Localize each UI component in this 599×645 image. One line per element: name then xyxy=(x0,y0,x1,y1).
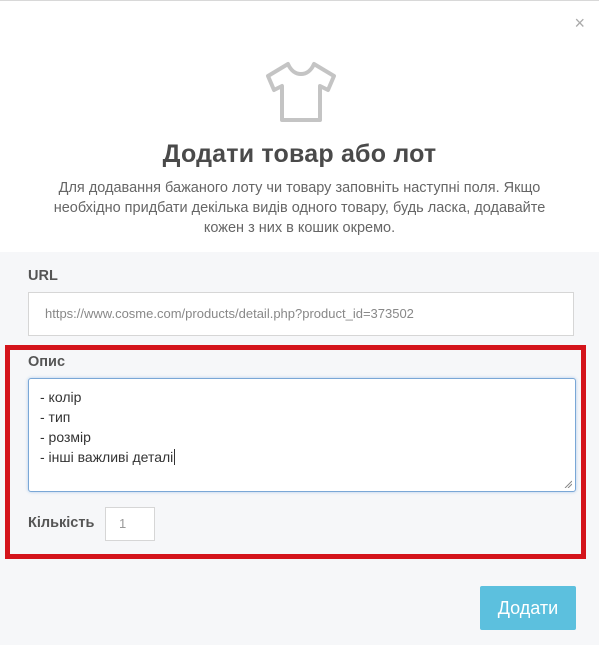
textarea-line: - розмір xyxy=(40,429,91,445)
description-textarea[interactable]: - колір - тип - розмір - інші важливі де… xyxy=(28,378,576,492)
textarea-line-text: - інші важливі деталі xyxy=(40,449,174,465)
textarea-line: - тип xyxy=(40,409,71,425)
description-line: Для додавання бажаного лоту чи товару за… xyxy=(58,180,541,196)
url-label: URL xyxy=(28,268,58,284)
quantity-input[interactable]: 1 xyxy=(105,507,155,541)
modal-header: × Додати товар або лот Для додавання баж… xyxy=(0,0,599,252)
text-caret xyxy=(174,449,176,465)
quantity-label: Кількість xyxy=(28,515,95,531)
close-icon[interactable]: × xyxy=(574,14,585,32)
description-line: кожен з них в кошик окремо. xyxy=(203,220,396,236)
textarea-line: - колір xyxy=(40,389,82,405)
url-input[interactable]: https://www.cosme.com/products/detail.ph… xyxy=(28,292,574,336)
description-label: Опис xyxy=(28,354,66,370)
top-divider xyxy=(0,0,599,1)
add-button[interactable]: Додати xyxy=(480,586,576,630)
tshirt-icon xyxy=(266,62,336,122)
modal-title: Додати товар або лот xyxy=(162,140,437,168)
modal-description: Для додавання бажаного лоту чи товару за… xyxy=(40,178,559,238)
textarea-line-last: - інші важливі деталі xyxy=(40,447,564,467)
resize-handle-icon[interactable] xyxy=(564,480,572,488)
description-line: необхідно придбати декілька видів одного… xyxy=(53,200,546,216)
